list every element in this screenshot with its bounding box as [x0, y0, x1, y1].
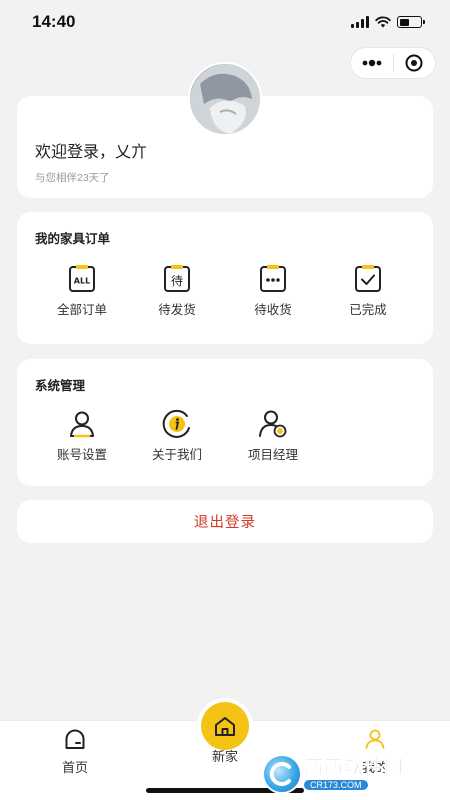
- watermark-icon: [262, 754, 302, 794]
- order-item-label: 全部订单: [56, 303, 107, 317]
- order-item-all[interactable]: ALL 全部订单: [42, 262, 122, 318]
- mini-program-capsule: [350, 47, 436, 79]
- tab-label: 首页: [61, 760, 88, 775]
- record-circle-icon[interactable]: [394, 48, 436, 78]
- tab-new-home-circle: [201, 702, 249, 750]
- welcome-text: 欢迎登录，乂亣: [35, 144, 148, 161]
- pending-shipment-icon: 待: [164, 265, 190, 292]
- days-together-text: 与您相伴23天了: [35, 172, 110, 184]
- order-item-pending-receipt[interactable]: 待收货: [233, 262, 313, 318]
- system-item-about[interactable]: 关于我们: [137, 407, 217, 463]
- system-item-account[interactable]: 账号设置: [42, 407, 122, 463]
- order-item-label: 已完成: [349, 303, 387, 317]
- orders-card: 我的家具订单 ALL 全部订单 待 待发货 待收货 已完成: [17, 212, 433, 344]
- manager-icon: [259, 410, 287, 438]
- system-item-label: 账号设置: [56, 448, 107, 462]
- system-title: 系统管理: [35, 379, 86, 393]
- order-item-pending-shipment[interactable]: 待 待发货: [137, 262, 217, 318]
- orders-title: 我的家具订单: [35, 232, 111, 246]
- wifi-icon: [375, 16, 391, 28]
- house-icon: [215, 717, 235, 736]
- info-icon: [162, 409, 190, 438]
- pending-receipt-icon: [260, 265, 286, 292]
- watermark-logo: 西西软件园 CR173.COM: [262, 752, 434, 796]
- status-icons: [351, 16, 425, 28]
- status-bar: 14:40: [0, 0, 450, 44]
- order-item-label: 待发货: [158, 303, 196, 317]
- logout-label: 退出登录: [194, 515, 256, 531]
- system-card: 系统管理 账号设置 关于我们 项目经理: [17, 359, 433, 486]
- system-item-label: 关于我们: [151, 448, 202, 462]
- svg-text:ALL: ALL: [74, 277, 90, 286]
- watermark-text: 西西软件园 CR173.COM: [304, 757, 405, 790]
- svg-text:待: 待: [171, 274, 183, 288]
- status-time: 14:40: [32, 12, 76, 31]
- user-icon: [70, 411, 94, 438]
- avatar[interactable]: [188, 62, 262, 136]
- watermark-sub: CR173.COM: [304, 780, 368, 790]
- signal-icon: [351, 16, 369, 28]
- watermark-main: 西西软件园: [304, 757, 405, 778]
- tab-home[interactable]: 首页: [35, 727, 115, 776]
- completed-icon: [355, 265, 381, 292]
- order-item-completed[interactable]: 已完成: [328, 262, 408, 318]
- logout-button[interactable]: 退出登录: [17, 500, 433, 543]
- order-item-label: 待收货: [254, 303, 292, 317]
- tab-label: 新家: [211, 749, 238, 764]
- all-orders-icon: ALL: [69, 265, 95, 292]
- system-item-label: 项目经理: [247, 448, 298, 462]
- profile-tab-icon: [365, 729, 385, 749]
- battery-icon: [397, 16, 425, 28]
- more-dots-icon[interactable]: [351, 48, 393, 78]
- home-tab-icon: [65, 729, 85, 749]
- system-item-manager[interactable]: 项目经理: [233, 407, 313, 463]
